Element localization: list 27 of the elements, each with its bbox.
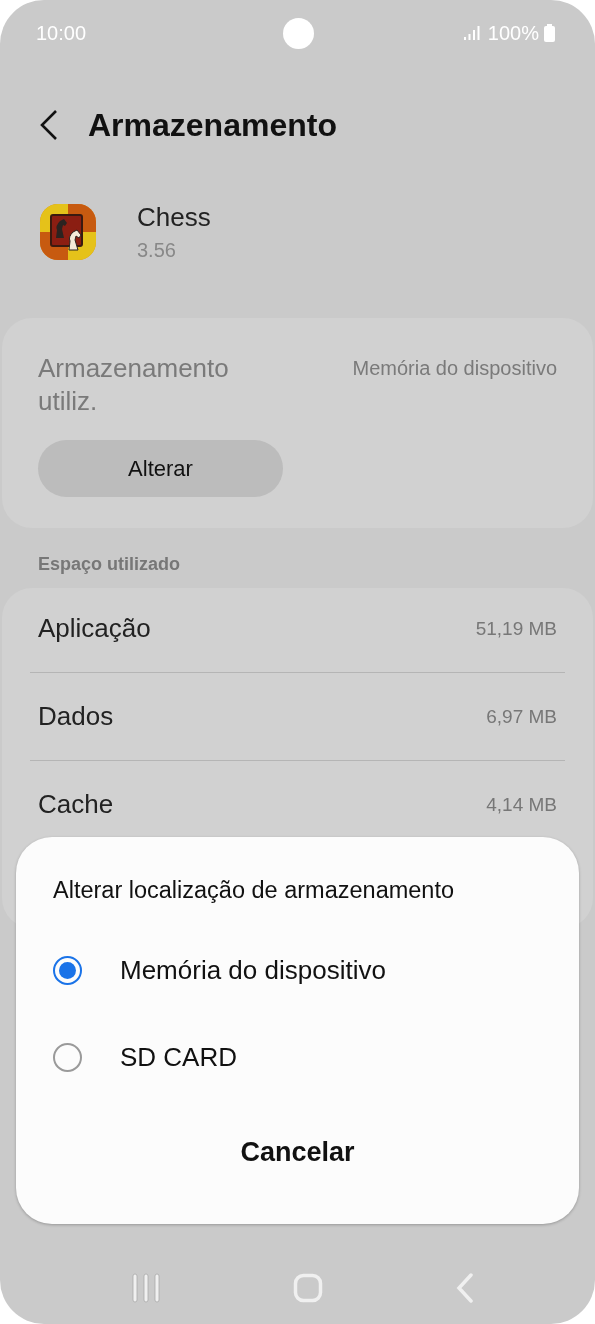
camera-hole [283,18,314,49]
radio-button[interactable] [53,1043,82,1072]
radio-button[interactable] [53,956,82,985]
chess-knights-icon [40,204,96,260]
storage-location-label: Armazenamento utiliz. [38,352,230,418]
usage-label: Aplicação [38,613,151,644]
home-icon[interactable] [292,1273,323,1303]
storage-location-value: Memória do dispositivo [352,356,557,381]
signal-icon [463,26,480,40]
section-title: Espaço utilizado [38,554,181,576]
back-nav-icon[interactable] [455,1273,474,1303]
usage-label: Cache [38,789,114,820]
usage-value: 6,97 MB [486,705,557,728]
usage-value: 51,19 MB [475,617,557,640]
change-button[interactable]: Alterar [38,440,283,497]
dialog-title: Alterar localização de armazenamento [53,877,455,905]
usage-label: Dados [38,701,114,732]
recent-apps-icon[interactable] [131,1273,160,1303]
option-label[interactable]: Memória do dispositivo [120,955,386,986]
app-version: 3.56 [137,239,177,262]
cancel-button[interactable]: Cancelar [220,1129,375,1176]
page-title: Armazenamento [88,106,337,144]
battery-icon [544,24,555,42]
option-label[interactable]: SD CARD [120,1042,237,1073]
app-name: Chess [137,202,211,233]
back-icon[interactable] [40,110,58,140]
usage-value: 4,14 MB [486,793,557,816]
